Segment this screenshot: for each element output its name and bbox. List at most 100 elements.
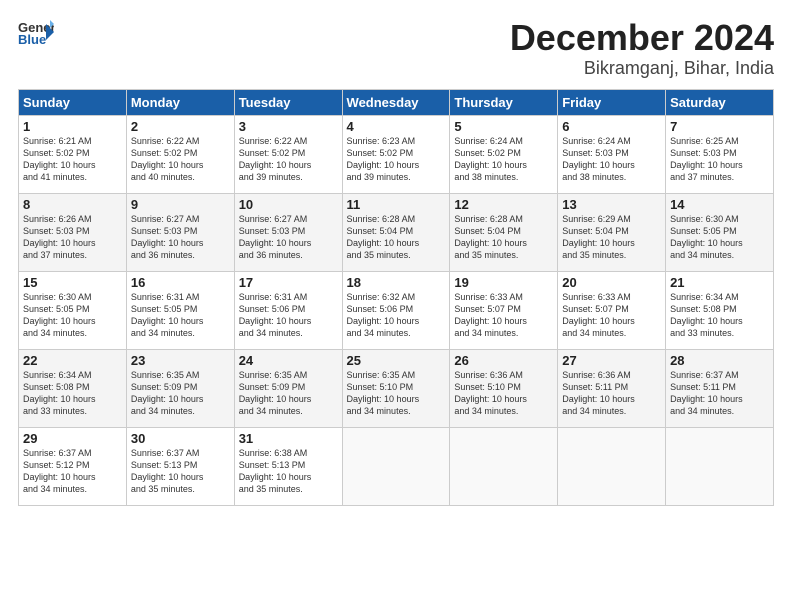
day-number: 20 — [562, 275, 661, 290]
calendar-cell: 4Sunrise: 6:23 AMSunset: 5:02 PMDaylight… — [342, 115, 450, 193]
day-number: 4 — [347, 119, 446, 134]
day-number: 21 — [670, 275, 769, 290]
logo: General Blue — [18, 18, 54, 59]
col-header-sunday: Sunday — [19, 89, 127, 115]
cell-details: Sunrise: 6:33 AMSunset: 5:07 PMDaylight:… — [454, 291, 553, 340]
calendar-cell: 6Sunrise: 6:24 AMSunset: 5:03 PMDaylight… — [558, 115, 666, 193]
cell-details: Sunrise: 6:37 AMSunset: 5:12 PMDaylight:… — [23, 447, 122, 496]
cell-details: Sunrise: 6:21 AMSunset: 5:02 PMDaylight:… — [23, 135, 122, 184]
calendar-cell: 14Sunrise: 6:30 AMSunset: 5:05 PMDayligh… — [666, 193, 774, 271]
week-row-2: 8Sunrise: 6:26 AMSunset: 5:03 PMDaylight… — [19, 193, 774, 271]
calendar-cell: 30Sunrise: 6:37 AMSunset: 5:13 PMDayligh… — [126, 427, 234, 505]
calendar-cell: 12Sunrise: 6:28 AMSunset: 5:04 PMDayligh… — [450, 193, 558, 271]
col-header-friday: Friday — [558, 89, 666, 115]
cell-details: Sunrise: 6:35 AMSunset: 5:09 PMDaylight:… — [239, 369, 338, 418]
week-row-5: 29Sunrise: 6:37 AMSunset: 5:12 PMDayligh… — [19, 427, 774, 505]
day-number: 19 — [454, 275, 553, 290]
day-number: 25 — [347, 353, 446, 368]
day-number: 16 — [131, 275, 230, 290]
day-number: 28 — [670, 353, 769, 368]
day-number: 30 — [131, 431, 230, 446]
cell-details: Sunrise: 6:22 AMSunset: 5:02 PMDaylight:… — [239, 135, 338, 184]
calendar-cell: 21Sunrise: 6:34 AMSunset: 5:08 PMDayligh… — [666, 271, 774, 349]
calendar-cell: 28Sunrise: 6:37 AMSunset: 5:11 PMDayligh… — [666, 349, 774, 427]
col-header-tuesday: Tuesday — [234, 89, 342, 115]
header: General Blue December 2024 Bikramganj, B… — [18, 18, 774, 79]
cell-details: Sunrise: 6:29 AMSunset: 5:04 PMDaylight:… — [562, 213, 661, 262]
calendar-cell: 1Sunrise: 6:21 AMSunset: 5:02 PMDaylight… — [19, 115, 127, 193]
calendar-cell: 2Sunrise: 6:22 AMSunset: 5:02 PMDaylight… — [126, 115, 234, 193]
cell-details: Sunrise: 6:38 AMSunset: 5:13 PMDaylight:… — [239, 447, 338, 496]
day-number: 2 — [131, 119, 230, 134]
week-row-3: 15Sunrise: 6:30 AMSunset: 5:05 PMDayligh… — [19, 271, 774, 349]
title-block: December 2024 Bikramganj, Bihar, India — [510, 18, 774, 79]
cell-details: Sunrise: 6:27 AMSunset: 5:03 PMDaylight:… — [131, 213, 230, 262]
calendar-cell: 22Sunrise: 6:34 AMSunset: 5:08 PMDayligh… — [19, 349, 127, 427]
cell-details: Sunrise: 6:34 AMSunset: 5:08 PMDaylight:… — [670, 291, 769, 340]
calendar-cell: 18Sunrise: 6:32 AMSunset: 5:06 PMDayligh… — [342, 271, 450, 349]
cell-details: Sunrise: 6:33 AMSunset: 5:07 PMDaylight:… — [562, 291, 661, 340]
calendar-cell: 24Sunrise: 6:35 AMSunset: 5:09 PMDayligh… — [234, 349, 342, 427]
calendar-cell — [450, 427, 558, 505]
day-number: 13 — [562, 197, 661, 212]
day-number: 15 — [23, 275, 122, 290]
location-title: Bikramganj, Bihar, India — [510, 58, 774, 79]
col-header-wednesday: Wednesday — [342, 89, 450, 115]
calendar-cell: 11Sunrise: 6:28 AMSunset: 5:04 PMDayligh… — [342, 193, 450, 271]
col-header-monday: Monday — [126, 89, 234, 115]
day-number: 5 — [454, 119, 553, 134]
cell-details: Sunrise: 6:31 AMSunset: 5:06 PMDaylight:… — [239, 291, 338, 340]
day-number: 26 — [454, 353, 553, 368]
calendar-cell: 19Sunrise: 6:33 AMSunset: 5:07 PMDayligh… — [450, 271, 558, 349]
calendar-cell: 26Sunrise: 6:36 AMSunset: 5:10 PMDayligh… — [450, 349, 558, 427]
day-number: 6 — [562, 119, 661, 134]
calendar-cell: 23Sunrise: 6:35 AMSunset: 5:09 PMDayligh… — [126, 349, 234, 427]
cell-details: Sunrise: 6:32 AMSunset: 5:06 PMDaylight:… — [347, 291, 446, 340]
svg-text:Blue: Blue — [18, 32, 46, 47]
day-number: 22 — [23, 353, 122, 368]
day-number: 9 — [131, 197, 230, 212]
cell-details: Sunrise: 6:23 AMSunset: 5:02 PMDaylight:… — [347, 135, 446, 184]
month-title: December 2024 — [510, 18, 774, 58]
col-header-saturday: Saturday — [666, 89, 774, 115]
day-number: 23 — [131, 353, 230, 368]
cell-details: Sunrise: 6:30 AMSunset: 5:05 PMDaylight:… — [23, 291, 122, 340]
col-header-thursday: Thursday — [450, 89, 558, 115]
cell-details: Sunrise: 6:36 AMSunset: 5:11 PMDaylight:… — [562, 369, 661, 418]
calendar-cell: 15Sunrise: 6:30 AMSunset: 5:05 PMDayligh… — [19, 271, 127, 349]
day-number: 3 — [239, 119, 338, 134]
day-number: 12 — [454, 197, 553, 212]
day-number: 27 — [562, 353, 661, 368]
day-number: 18 — [347, 275, 446, 290]
day-number: 7 — [670, 119, 769, 134]
logo-mark: General Blue — [18, 18, 54, 59]
calendar-cell: 9Sunrise: 6:27 AMSunset: 5:03 PMDaylight… — [126, 193, 234, 271]
calendar-cell: 17Sunrise: 6:31 AMSunset: 5:06 PMDayligh… — [234, 271, 342, 349]
calendar-cell — [558, 427, 666, 505]
calendar-cell: 27Sunrise: 6:36 AMSunset: 5:11 PMDayligh… — [558, 349, 666, 427]
cell-details: Sunrise: 6:30 AMSunset: 5:05 PMDaylight:… — [670, 213, 769, 262]
cell-details: Sunrise: 6:37 AMSunset: 5:13 PMDaylight:… — [131, 447, 230, 496]
calendar-cell: 7Sunrise: 6:25 AMSunset: 5:03 PMDaylight… — [666, 115, 774, 193]
cell-details: Sunrise: 6:26 AMSunset: 5:03 PMDaylight:… — [23, 213, 122, 262]
day-number: 14 — [670, 197, 769, 212]
cell-details: Sunrise: 6:28 AMSunset: 5:04 PMDaylight:… — [347, 213, 446, 262]
day-number: 29 — [23, 431, 122, 446]
cell-details: Sunrise: 6:25 AMSunset: 5:03 PMDaylight:… — [670, 135, 769, 184]
day-number: 8 — [23, 197, 122, 212]
day-number: 11 — [347, 197, 446, 212]
calendar-cell — [666, 427, 774, 505]
calendar-cell: 13Sunrise: 6:29 AMSunset: 5:04 PMDayligh… — [558, 193, 666, 271]
calendar-cell: 10Sunrise: 6:27 AMSunset: 5:03 PMDayligh… — [234, 193, 342, 271]
calendar-cell: 3Sunrise: 6:22 AMSunset: 5:02 PMDaylight… — [234, 115, 342, 193]
week-row-4: 22Sunrise: 6:34 AMSunset: 5:08 PMDayligh… — [19, 349, 774, 427]
day-number: 17 — [239, 275, 338, 290]
cell-details: Sunrise: 6:22 AMSunset: 5:02 PMDaylight:… — [131, 135, 230, 184]
cell-details: Sunrise: 6:28 AMSunset: 5:04 PMDaylight:… — [454, 213, 553, 262]
cell-details: Sunrise: 6:24 AMSunset: 5:03 PMDaylight:… — [562, 135, 661, 184]
cell-details: Sunrise: 6:34 AMSunset: 5:08 PMDaylight:… — [23, 369, 122, 418]
calendar-cell: 25Sunrise: 6:35 AMSunset: 5:10 PMDayligh… — [342, 349, 450, 427]
day-number: 24 — [239, 353, 338, 368]
cell-details: Sunrise: 6:36 AMSunset: 5:10 PMDaylight:… — [454, 369, 553, 418]
calendar-table: SundayMondayTuesdayWednesdayThursdayFrid… — [18, 89, 774, 506]
